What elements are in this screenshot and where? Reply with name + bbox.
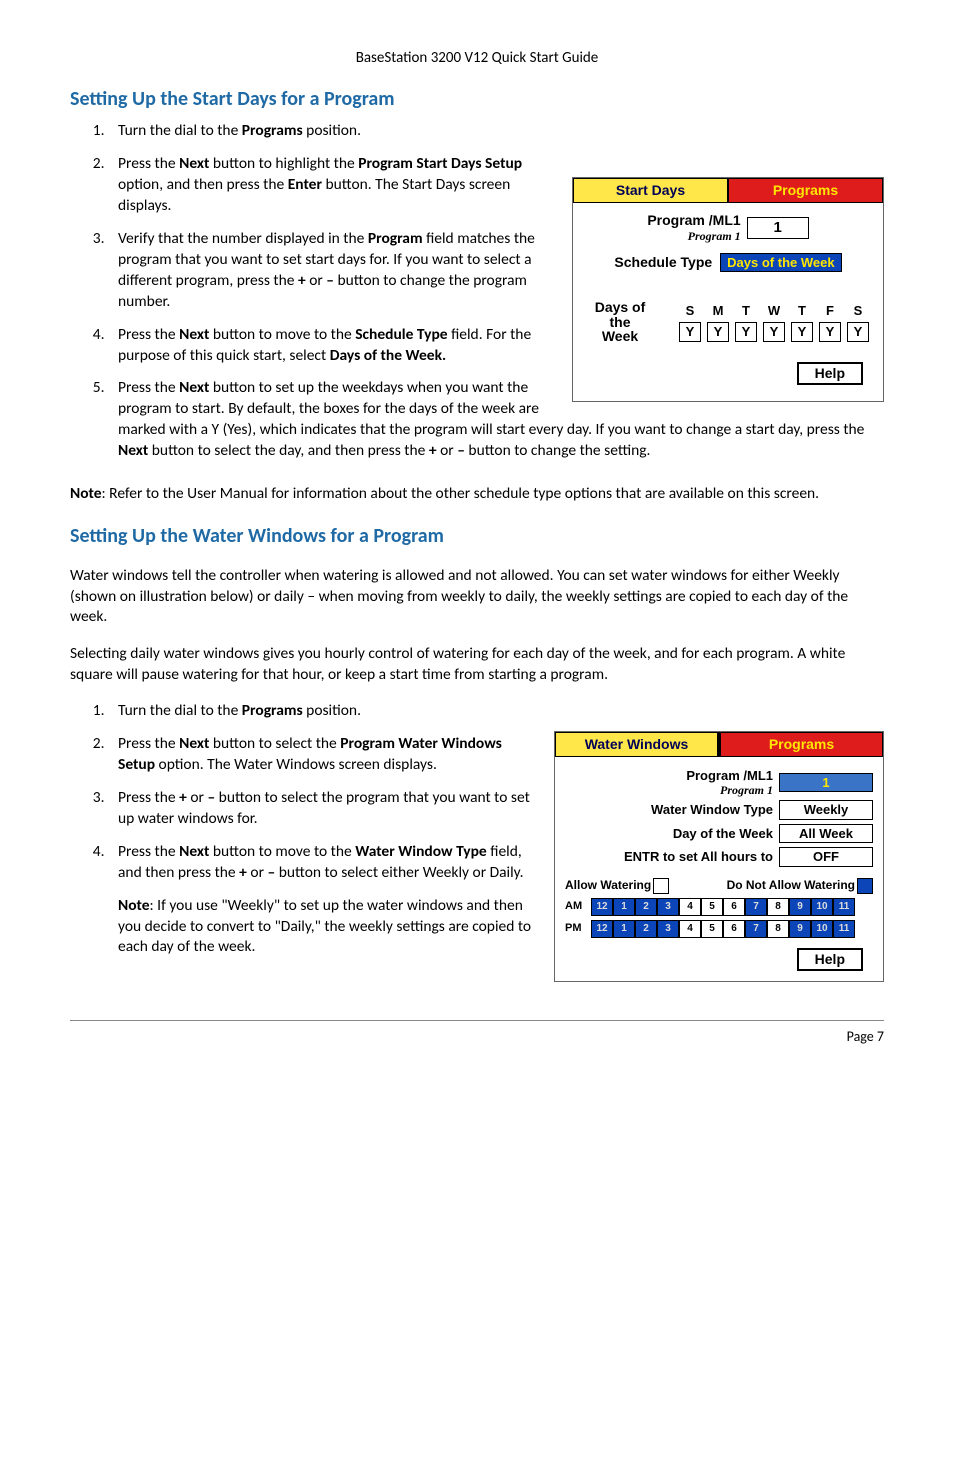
fig2-dow-label: Day of the Week <box>673 825 773 843</box>
fig2-help-button[interactable]: Help <box>797 948 863 971</box>
section2-intro2: Selecting daily water windows gives you … <box>70 644 884 686</box>
fig2-legend-dont: Do Not Allow Watering <box>727 878 855 892</box>
hour-cell[interactable]: 12 <box>591 920 613 938</box>
fig2-pm-row: PM 121234567891011 <box>565 920 873 938</box>
fig1-dayhead: T <box>733 302 759 320</box>
fig2-wwtype-value[interactable]: Weekly <box>779 800 873 820</box>
hour-cell[interactable]: 9 <box>789 898 811 916</box>
hour-cell[interactable]: 1 <box>613 920 635 938</box>
section2-intro1: Water windows tell the controller when w… <box>70 566 884 629</box>
hour-cell[interactable]: 11 <box>833 898 855 916</box>
list-item: Turn the dial to the Programs position. <box>108 701 884 722</box>
hour-cell[interactable]: 8 <box>767 898 789 916</box>
hour-cell[interactable]: 8 <box>767 920 789 938</box>
footer-rule <box>70 1020 884 1021</box>
fig2-tab-programs[interactable]: Programs <box>720 732 883 757</box>
fig2-am-row: AM 121234567891011 <box>565 898 873 916</box>
fig1-program-label: Program /ML1 <box>647 212 740 228</box>
hour-cell[interactable]: 7 <box>745 898 767 916</box>
legend-dont-icon <box>857 878 873 894</box>
fig1-daycell[interactable]: Y <box>707 322 729 342</box>
fig1-dayhead: M <box>705 302 731 320</box>
fig2-legend-allow: Allow Watering <box>565 878 651 892</box>
legend-allow-icon <box>653 878 669 894</box>
fig1-daycell[interactable]: Y <box>791 322 813 342</box>
fig1-program-sub: Program 1 <box>688 229 741 243</box>
fig2-tab-waterwindows[interactable]: Water Windows <box>555 732 720 757</box>
fig1-daycell[interactable]: Y <box>679 322 701 342</box>
hour-cell[interactable]: 4 <box>679 920 701 938</box>
fig1-program-num[interactable]: 1 <box>747 217 809 239</box>
fig1-dayhead: S <box>677 302 703 320</box>
fig1-dayhead: F <box>817 302 843 320</box>
fig1-dayhead: T <box>789 302 815 320</box>
fig2-program-label: Program /ML1 <box>686 768 773 783</box>
fig1-dow-label: Days of theWeek <box>583 300 657 344</box>
fig2-program-sub: Program 1 <box>720 783 773 797</box>
page-number: Page 7 <box>70 1028 884 1047</box>
fig1-schedule-value[interactable]: Days of the Week <box>720 253 841 273</box>
fig1-schedule-label: Schedule Type <box>614 253 712 272</box>
fig2-entr-label: ENTR to set All hours to <box>624 848 773 866</box>
page-header: BaseStation 3200 V12 Quick Start Guide <box>70 48 884 68</box>
hour-cell[interactable]: 2 <box>635 920 657 938</box>
hour-cell[interactable]: 3 <box>657 920 679 938</box>
fig1-daycell[interactable]: Y <box>819 322 841 342</box>
list-item: Turn the dial to the Programs position. <box>108 121 884 142</box>
hour-cell[interactable]: 4 <box>679 898 701 916</box>
fig2-program-num[interactable]: 1 <box>779 773 873 793</box>
hour-cell[interactable]: 9 <box>789 920 811 938</box>
section1-note: Note: Refer to the User Manual for infor… <box>70 484 884 505</box>
fig1-dow-table: S M T W T F S Y Y Y Y <box>675 300 873 344</box>
hour-cell[interactable]: 7 <box>745 920 767 938</box>
fig1-daycell[interactable]: Y <box>735 322 757 342</box>
hour-cell[interactable]: 12 <box>591 898 613 916</box>
hour-cell[interactable]: 6 <box>723 920 745 938</box>
hour-cell[interactable]: 10 <box>811 920 833 938</box>
hour-cell[interactable]: 11 <box>833 920 855 938</box>
hour-cell[interactable]: 2 <box>635 898 657 916</box>
fig2-am-label: AM <box>565 899 591 914</box>
fig1-help-button[interactable]: Help <box>797 362 863 385</box>
section2-title: Setting Up the Water Windows for a Progr… <box>70 523 884 550</box>
fig1-daycell[interactable]: Y <box>847 322 869 342</box>
fig1-tab-programs[interactable]: Programs <box>728 178 883 203</box>
fig2-dow-value[interactable]: All Week <box>779 824 873 844</box>
section1-title: Setting Up the Start Days for a Program <box>70 86 884 113</box>
hour-cell[interactable]: 6 <box>723 898 745 916</box>
figure-start-days: Start Days Programs Program /ML1 Program… <box>572 177 884 402</box>
hour-cell[interactable]: 3 <box>657 898 679 916</box>
fig1-tab-startdays[interactable]: Start Days <box>573 178 728 203</box>
fig2-pm-label: PM <box>565 921 591 936</box>
figure-water-windows: Water Windows Programs Program /ML1 Prog… <box>554 731 884 982</box>
fig1-dayhead: S <box>845 302 871 320</box>
fig2-wwtype-label: Water Window Type <box>651 801 773 819</box>
hour-cell[interactable]: 10 <box>811 898 833 916</box>
hour-cell[interactable]: 5 <box>701 898 723 916</box>
hour-cell[interactable]: 5 <box>701 920 723 938</box>
fig2-entr-value[interactable]: OFF <box>779 847 873 867</box>
fig1-dayhead: W <box>761 302 787 320</box>
fig1-daycell[interactable]: Y <box>763 322 785 342</box>
hour-cell[interactable]: 1 <box>613 898 635 916</box>
